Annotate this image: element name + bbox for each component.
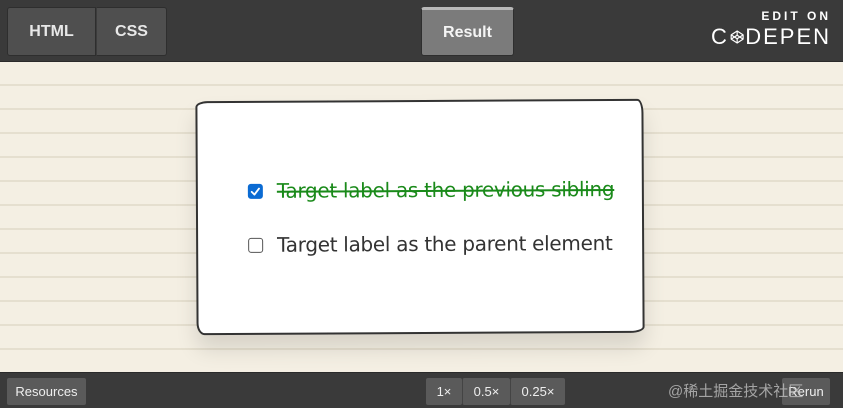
zoom-1x-button[interactable]: 1× (426, 378, 462, 405)
rerun-button[interactable]: Rerun (782, 378, 830, 405)
tab-result[interactable]: Result (421, 7, 514, 56)
codepen-bottom-bar: Resources 1× 0.5× 0.25× Rerun (0, 372, 843, 408)
codepen-logo-suffix: DEPEN (745, 24, 831, 49)
todo-label[interactable]: Target label as the parent element (277, 231, 612, 257)
todo-card: Target label as the previous sibling Tar… (195, 98, 645, 336)
checkbox-checked[interactable] (247, 183, 263, 199)
todo-label[interactable]: Target label as the previous sibling (277, 177, 615, 203)
checkbox-unchecked[interactable] (248, 237, 264, 253)
edit-on-codepen-link[interactable]: EDIT ON C DEPEN (711, 9, 831, 50)
resources-button[interactable]: Resources (7, 378, 86, 405)
todo-item[interactable]: Target label as the parent element (248, 231, 613, 257)
codepen-logo: C DEPEN (711, 24, 831, 50)
todo-item[interactable]: Target label as the previous sibling (247, 177, 615, 203)
tab-html[interactable]: HTML (7, 7, 96, 56)
codepen-cube-icon (730, 30, 744, 44)
codepen-logo-prefix: C (711, 24, 729, 49)
checkmark-icon (250, 187, 260, 195)
zoom-0-25x-button[interactable]: 0.25× (510, 378, 565, 405)
edit-on-label: EDIT ON (761, 9, 831, 23)
zoom-0-5x-button[interactable]: 0.5× (462, 378, 510, 405)
tab-css[interactable]: CSS (96, 7, 167, 56)
codepen-top-bar: HTML CSS Result EDIT ON C DEPEN (0, 0, 843, 62)
